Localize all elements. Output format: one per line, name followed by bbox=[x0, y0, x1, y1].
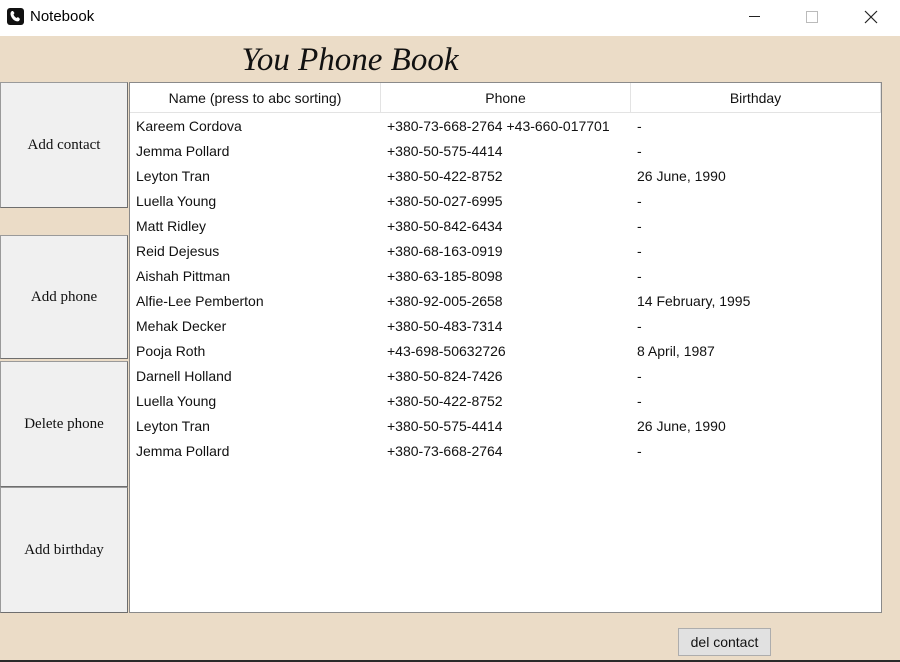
page-title: You Phone Book bbox=[241, 42, 459, 78]
cell-phone: +380-50-483-7314 bbox=[387, 318, 503, 334]
table-row[interactable]: Leyton Tran +380-50-575-4414 26 June, 1990 bbox=[130, 414, 881, 439]
add-phone-button[interactable]: Add phone bbox=[0, 235, 128, 359]
cell-birthday: - bbox=[637, 243, 642, 259]
cell-birthday: - bbox=[637, 443, 642, 459]
cell-name: Leyton Tran bbox=[136, 168, 210, 184]
cell-birthday: - bbox=[637, 143, 642, 159]
cell-name: Jemma Pollard bbox=[136, 143, 230, 159]
table-row[interactable]: Alfie-Lee Pemberton +380-92-005-2658 14 Fe… bbox=[130, 289, 881, 314]
cell-name: Matt Ridley bbox=[136, 218, 207, 234]
cell-name: Jemma Pollard bbox=[136, 443, 230, 459]
table-row[interactable]: Matt Ridley +380-50-842-6434 - bbox=[130, 214, 881, 239]
add-birthday-button[interactable]: Add birthday bbox=[0, 487, 128, 613]
cell-name: Pooja Roth bbox=[136, 343, 206, 359]
table-row[interactable]: Luella Young +380-50-027-6995 - bbox=[130, 189, 881, 214]
table-row[interactable]: Leyton Tran +380-50-422-8752 26 June, 1990 bbox=[130, 164, 881, 189]
delete-phone-button[interactable]: Delete phone bbox=[0, 361, 128, 487]
del-contact-button[interactable]: del contact bbox=[678, 628, 771, 656]
cell-birthday: - bbox=[637, 268, 642, 284]
close-button[interactable] bbox=[848, 0, 894, 34]
add-contact-button[interactable]: Add contact bbox=[0, 82, 128, 208]
close-icon bbox=[864, 10, 878, 24]
cell-birthday: - bbox=[637, 318, 642, 334]
table-body: Kareem Cordova +380-73-668-2764 +43-660-0… bbox=[130, 114, 881, 464]
table-row[interactable]: Kareem Cordova +380-73-668-2764 +43-660-0… bbox=[130, 114, 881, 139]
cell-name: Luella Young bbox=[136, 193, 217, 209]
contacts-table: Name (press to abc sorting) Phone Birthd… bbox=[129, 82, 882, 613]
cell-name: Luella Young bbox=[136, 393, 217, 409]
minimize-button[interactable] bbox=[732, 0, 778, 34]
cell-phone: +380-50-575-4414 bbox=[387, 143, 503, 159]
cell-birthday: - bbox=[637, 193, 642, 209]
cell-birthday: 26 June, 1990 bbox=[637, 418, 726, 434]
phone-book-icon bbox=[7, 8, 24, 25]
table-row[interactable]: Reid Dejesus +380-68-163-0919 - bbox=[130, 239, 881, 264]
cell-birthday: - bbox=[637, 368, 642, 384]
title-bar: Notebook bbox=[0, 0, 900, 36]
cell-birthday: 8 April, 1987 bbox=[637, 343, 715, 359]
cell-birthday: 26 June, 1990 bbox=[637, 168, 726, 184]
cell-birthday: - bbox=[637, 118, 642, 134]
table-row[interactable]: Jemma Pollard +380-50-575-4414 - bbox=[130, 139, 881, 164]
cell-birthday: - bbox=[637, 393, 642, 409]
cell-phone: +380-50-422-8752 bbox=[387, 393, 503, 409]
cell-name: Leyton Tran bbox=[136, 418, 210, 434]
cell-phone: +380-68-163-0919 bbox=[387, 243, 503, 259]
column-header-birthday[interactable]: Birthday bbox=[631, 83, 881, 113]
cell-phone: +43-698-50632726 bbox=[387, 343, 506, 359]
column-header-name[interactable]: Name (press to abc sorting) bbox=[130, 83, 381, 113]
column-header-phone[interactable]: Phone bbox=[381, 83, 631, 113]
window-title: Notebook bbox=[30, 8, 95, 25]
cell-birthday: 14 February, 1995 bbox=[637, 293, 751, 309]
cell-phone: +380-50-842-6434 bbox=[387, 218, 503, 234]
table-row[interactable]: Jemma Pollard +380-73-668-2764 - bbox=[130, 439, 881, 464]
cell-phone: +380-92-005-2658 bbox=[387, 293, 503, 309]
cell-phone: +380-63-185-8098 bbox=[387, 268, 503, 284]
table-row[interactable]: Darnell Holland +380-50-824-7426 - bbox=[130, 364, 881, 389]
table-row[interactable]: Pooja Roth +43-698-50632726 8 April, 1987 bbox=[130, 339, 881, 364]
cell-name: Aishah Pittman bbox=[136, 268, 231, 284]
cell-birthday: - bbox=[637, 218, 642, 234]
maximize-button[interactable] bbox=[789, 0, 835, 34]
table-row[interactable]: Luella Young +380-50-422-8752 - bbox=[130, 389, 881, 414]
cell-phone: +380-50-575-4414 bbox=[387, 418, 503, 434]
cell-phone: +380-50-027-6995 bbox=[387, 193, 503, 209]
cell-name: Alfie-Lee Pemberton bbox=[136, 293, 264, 309]
table-row[interactable]: Aishah Pittman +380-63-185-8098 - bbox=[130, 264, 881, 289]
cell-name: Darnell Holland bbox=[136, 368, 232, 384]
cell-name: Kareem Cordova bbox=[136, 118, 242, 134]
cell-name: Mehak Decker bbox=[136, 318, 227, 334]
cell-name: Reid Dejesus bbox=[136, 243, 220, 259]
cell-phone: +380-50-422-8752 bbox=[387, 168, 503, 184]
table-row[interactable]: Mehak Decker +380-50-483-7314 - bbox=[130, 314, 881, 339]
table-header: Name (press to abc sorting) Phone Birthd… bbox=[130, 83, 881, 113]
cell-phone: +380-73-668-2764 bbox=[387, 443, 503, 459]
cell-phone: +380-73-668-2764 +43-660-017701 bbox=[387, 118, 610, 134]
cell-phone: +380-50-824-7426 bbox=[387, 368, 503, 384]
